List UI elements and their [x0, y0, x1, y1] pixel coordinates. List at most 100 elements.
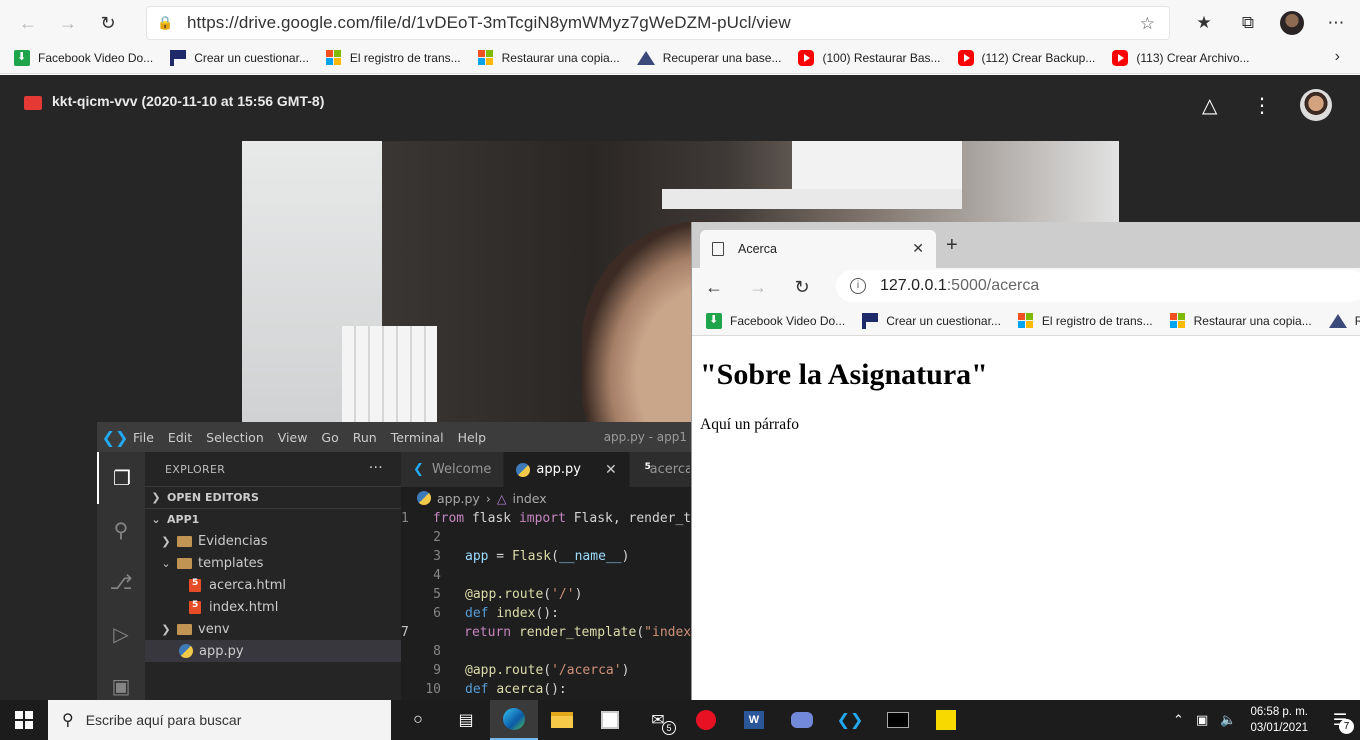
start-button[interactable] — [0, 700, 48, 740]
explorer-icon[interactable]: ❐ — [97, 452, 145, 504]
discord-logo — [791, 712, 813, 728]
collections-icon[interactable]: ⧉ — [1226, 6, 1270, 40]
code-area[interactable]: 1 from flask import Flask, render_templat… — [401, 509, 691, 699]
tab-acerca[interactable]: Acerca ✕ — [700, 230, 936, 268]
vscode-menubar: ❮❯ File Edit Selection View Go Run Termi… — [97, 422, 691, 452]
bookmark-item[interactable]: Restaurar una copia... — [477, 49, 620, 66]
vscode-taskbar-icon[interactable]: ❮❯ — [826, 700, 874, 740]
taskbar: ⚲ Escribe aquí para buscar ○ ▤ ✉ 5 W ❮❯ ⌃… — [0, 700, 1360, 740]
source-control-icon[interactable]: ⎇ — [97, 556, 145, 608]
remote-explorer-icon[interactable]: ▣ — [97, 660, 145, 700]
bookmark-item[interactable]: Facebook Video Do... — [14, 49, 153, 66]
network-icon[interactable]: ▣ — [1196, 712, 1208, 728]
menu-edit[interactable]: Edit — [168, 430, 192, 445]
bookmark-item[interactable]: Restaurar una copia... — [1169, 312, 1312, 329]
new-tab-icon[interactable]: + — [946, 234, 958, 257]
tree-item-label: Evidencias — [198, 533, 268, 549]
open-editors-label: OPEN EDITORS — [167, 491, 259, 504]
bookmark-item[interactable]: Recuperar una base... — [636, 50, 781, 65]
tree-item-templates[interactable]: ⌄ templates — [145, 552, 401, 574]
page-icon — [712, 242, 724, 256]
refresh-button[interactable]: ↻ — [88, 5, 128, 41]
browser-toolbar: ← → ↻ 🔒 https://drive.google.com/file/d/… — [0, 0, 1360, 46]
add-to-drive-icon[interactable]: △ — [1202, 93, 1224, 117]
project-section[interactable]: ⌄ APP1 — [145, 508, 401, 530]
account-avatar[interactable] — [1300, 89, 1332, 121]
edge-icon[interactable] — [490, 700, 538, 740]
tree-item-venv[interactable]: ❯ venv — [145, 618, 401, 640]
youtube-icon — [1112, 49, 1129, 66]
chevron-right-icon[interactable]: › — [1335, 48, 1340, 66]
address-url[interactable]: https://drive.google.com/file/d/1vDEoT-3… — [187, 13, 791, 33]
bookmark-label: Re — [1355, 314, 1360, 328]
bookmark-item[interactable]: (112) Crear Backup... — [957, 49, 1095, 66]
bookmark-item[interactable]: (100) Restaurar Bas... — [798, 49, 941, 66]
menu-selection[interactable]: Selection — [206, 430, 264, 445]
menu-view[interactable]: View — [278, 430, 308, 445]
favorite-star-icon[interactable]: ☆ — [1140, 14, 1155, 34]
tab-app-py[interactable]: app.py ✕ — [504, 452, 630, 487]
bookmark-item[interactable]: (113) Crear Archivo... — [1112, 49, 1250, 66]
tab-acerca-html[interactable]: acerca.html — [629, 452, 691, 487]
inner-address-bar[interactable]: i 127.0.0.1:5000/acerca — [836, 270, 1360, 302]
video-file-icon — [24, 96, 42, 110]
menu-go[interactable]: Go — [321, 430, 338, 445]
tab-welcome[interactable]: ❮ Welcome — [401, 452, 505, 487]
line-number: 2 — [433, 530, 441, 545]
bookmark-item[interactable]: El registro de trans... — [325, 49, 461, 66]
discord-icon[interactable] — [778, 700, 826, 740]
more-options-icon[interactable]: ⋮ — [1252, 93, 1272, 118]
profile-button[interactable] — [1270, 6, 1314, 40]
search-icon[interactable]: ⚲ — [97, 504, 145, 556]
terminal-icon[interactable] — [874, 700, 922, 740]
chevron-up-icon[interactable]: ⌃ — [1173, 712, 1184, 728]
refresh-button[interactable]: ↻ — [780, 277, 824, 298]
back-button[interactable]: ← — [692, 277, 736, 298]
bookmark-item[interactable]: Facebook Video Do... — [706, 312, 845, 329]
run-debug-icon[interactable]: ▷ — [97, 608, 145, 660]
youtube-icon — [957, 49, 974, 66]
close-icon[interactable]: ✕ — [605, 462, 617, 478]
word-icon[interactable]: W — [730, 700, 778, 740]
code-text: return render_template("index.html") — [464, 625, 691, 640]
line-number: 1 — [401, 511, 409, 526]
more-actions-icon[interactable]: ··· — [369, 460, 383, 476]
back-button[interactable]: ← — [8, 5, 48, 41]
media-player-icon[interactable] — [682, 700, 730, 740]
clock[interactable]: 06:58 p. m. 03/01/2021 — [1250, 704, 1308, 736]
settings-more-icon[interactable]: ⋯ — [1314, 6, 1358, 40]
tree-item-label: app.py — [199, 643, 244, 659]
sticky-notes-icon[interactable] — [922, 700, 970, 740]
menu-run[interactable]: Run — [353, 430, 377, 445]
tree-item-acerca-html[interactable]: acerca.html — [145, 574, 401, 596]
menu-help[interactable]: Help — [458, 430, 487, 445]
bookmark-item[interactable]: Re — [1328, 313, 1360, 328]
volume-icon[interactable]: 🔈 — [1220, 712, 1236, 728]
forward-button[interactable]: → — [48, 5, 88, 41]
taskbar-search[interactable]: ⚲ Escribe aquí para buscar — [48, 700, 391, 740]
breadcrumb-file[interactable]: app.py — [437, 491, 480, 506]
bookmark-item[interactable]: El registro de trans... — [1017, 312, 1153, 329]
file-explorer-icon[interactable] — [538, 700, 586, 740]
clock-date: 03/01/2021 — [1250, 722, 1308, 734]
download-icon — [706, 312, 722, 329]
cortana-icon[interactable]: ○ — [394, 700, 442, 740]
task-view-icon[interactable]: ▤ — [442, 700, 490, 740]
info-icon[interactable]: i — [850, 278, 866, 294]
menu-terminal[interactable]: Terminal — [391, 430, 444, 445]
mail-icon[interactable]: ✉ 5 — [634, 700, 682, 740]
notification-center-icon[interactable]: ☰7 — [1320, 700, 1360, 740]
forward-button[interactable]: → — [736, 277, 780, 298]
store-icon[interactable] — [586, 700, 634, 740]
bookmark-item[interactable]: Crear un cuestionar... — [862, 312, 1001, 329]
bookmark-item[interactable]: Crear un cuestionar... — [170, 49, 309, 66]
favorites-icon[interactable]: ★ — [1182, 6, 1226, 40]
tree-item-index-html[interactable]: index.html — [145, 596, 401, 618]
close-icon[interactable]: ✕ — [912, 240, 924, 257]
tree-item-evidencias[interactable]: ❯ Evidencias — [145, 530, 401, 552]
breadcrumb-symbol[interactable]: index — [512, 491, 546, 506]
menu-file[interactable]: File — [133, 430, 154, 445]
tree-item-app-py[interactable]: app.py — [145, 640, 401, 662]
address-bar[interactable]: 🔒 https://drive.google.com/file/d/1vDEoT… — [146, 6, 1170, 40]
open-editors-section[interactable]: ❯ OPEN EDITORS — [145, 486, 401, 508]
